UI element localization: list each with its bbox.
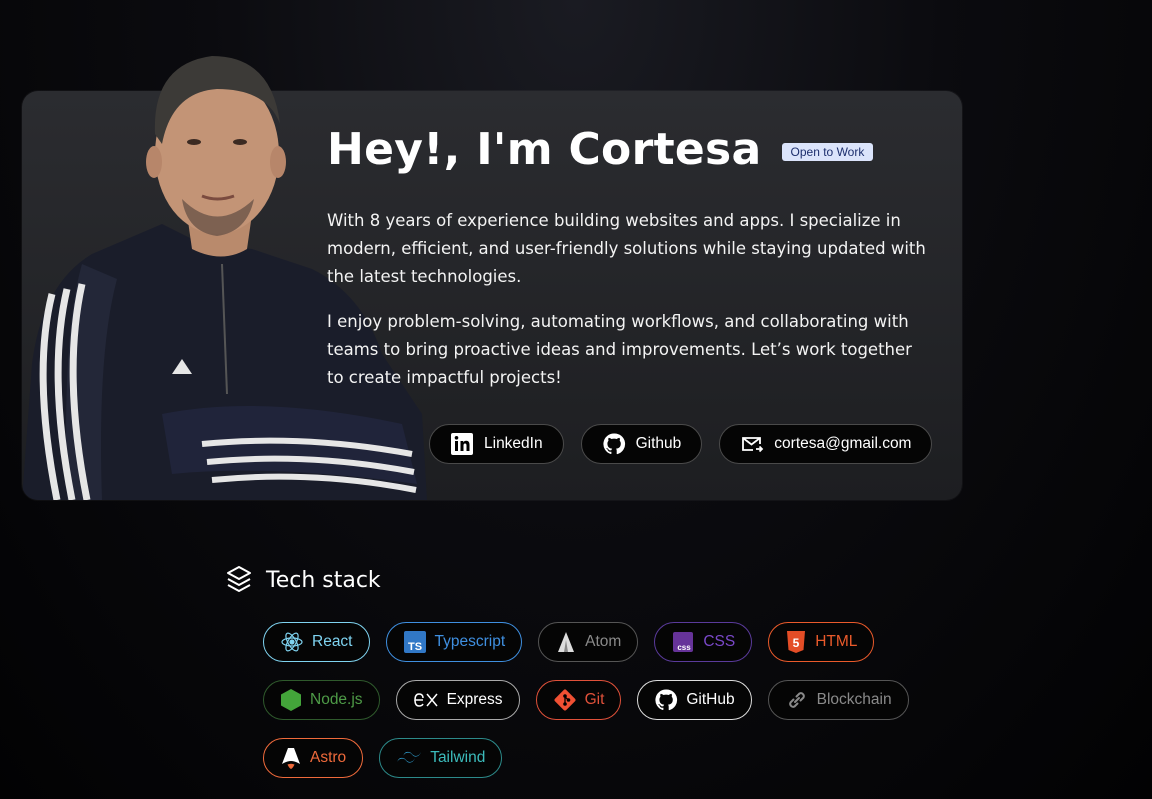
bio-paragraph: With 8 years of experience building webs… (327, 211, 926, 286)
tech-pill-astro[interactable]: Astro (263, 738, 364, 778)
github-label: Github (635, 435, 682, 452)
tech-label: React (312, 633, 353, 650)
git-icon (553, 688, 577, 712)
tech-label: Astro (310, 749, 347, 766)
tech-pill-express[interactable]: Express (395, 680, 520, 720)
typescript-icon: TS (403, 630, 427, 654)
tech-stack-title: Tech stack (266, 567, 381, 593)
tech-label: Tailwind (430, 749, 486, 766)
github-icon (602, 432, 626, 456)
tech-pill-git[interactable]: Git (535, 680, 622, 720)
svg-text:css: css (678, 643, 692, 652)
tech-label: GitHub (686, 691, 735, 708)
status-badge: Open to Work (781, 143, 874, 161)
tech-pill-css[interactable]: css CSS (654, 622, 753, 662)
tech-stack-row: Node.js Express Git GitHub Blockchain (263, 680, 909, 720)
tech-pill-nodejs[interactable]: Node.js (263, 680, 380, 720)
tech-label: Node.js (310, 691, 363, 708)
tech-label: Atom (585, 633, 622, 650)
linkedin-label: LinkedIn (484, 435, 543, 452)
react-icon (280, 630, 304, 654)
email-label: cortesa@gmail.com (774, 435, 912, 452)
mail-icon (740, 432, 764, 456)
tech-stack-header: Tech stack (226, 565, 381, 595)
layers-icon (226, 565, 252, 595)
linkedin-button[interactable]: LinkedIn (429, 424, 564, 464)
tech-pill-typescript[interactable]: TS Typescript (385, 622, 523, 662)
tech-label: Blockchain (816, 691, 892, 708)
tech-label: HTML (815, 633, 858, 650)
tech-pill-github[interactable]: GitHub (637, 680, 752, 720)
tech-pill-blockchain[interactable]: Blockchain (767, 680, 909, 720)
tech-label: CSS (703, 633, 736, 650)
tailwind-icon (396, 748, 422, 768)
astro-icon (280, 746, 302, 770)
portfolio-page: Hey!, I'm Cortesa Open to Work With 8 ye… (0, 0, 1152, 799)
express-icon (413, 690, 439, 710)
email-button[interactable]: cortesa@gmail.com (719, 424, 933, 464)
tech-label: Git (584, 691, 605, 708)
github-icon (654, 688, 678, 712)
tech-pill-tailwind[interactable]: Tailwind (379, 738, 503, 778)
tech-label: Express (446, 691, 503, 708)
atom-icon (555, 630, 577, 654)
html-icon: 5 (785, 630, 807, 654)
nodejs-icon (280, 688, 302, 712)
page-title: Hey!, I'm Cortesa (327, 124, 762, 175)
tech-stack-row: React TS Typescript Atom css CSS 5 HTML (263, 622, 875, 662)
linkedin-icon (450, 432, 474, 456)
svg-text:5: 5 (793, 636, 800, 650)
tech-pill-atom[interactable]: Atom (538, 622, 639, 662)
chain-link-icon (785, 688, 809, 712)
svg-text:TS: TS (407, 641, 421, 653)
css-icon: css (671, 630, 695, 654)
tech-pill-react[interactable]: React (263, 622, 370, 662)
contact-links: LinkedIn Github cortesa@gmail.com (429, 424, 933, 464)
bio-paragraph: I enjoy problem-solving, automating work… (327, 312, 912, 387)
tech-pill-html[interactable]: 5 HTML (768, 622, 875, 662)
headline-row: Hey!, I'm Cortesa Open to Work (327, 120, 874, 180)
github-button[interactable]: Github (580, 424, 703, 464)
tech-label: Typescript (434, 633, 506, 650)
tech-stack-row: Astro Tailwind (263, 738, 503, 778)
